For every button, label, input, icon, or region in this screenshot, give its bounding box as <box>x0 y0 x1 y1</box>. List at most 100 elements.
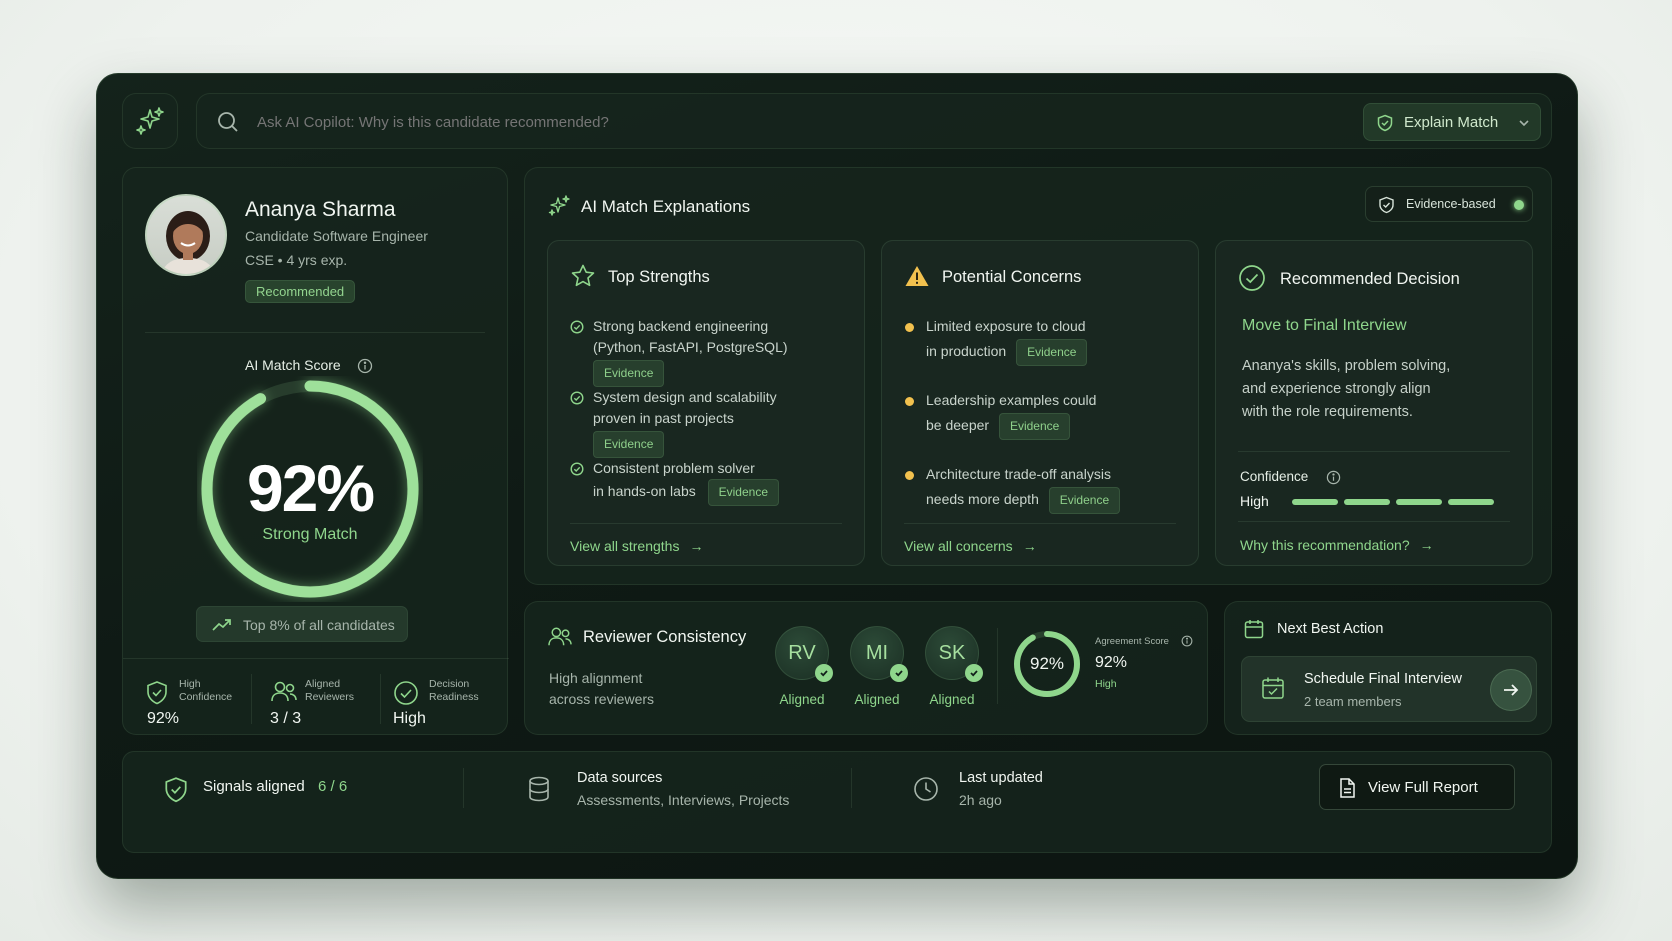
why-recommendation-link[interactable]: Why this recommendation? → <box>1240 537 1434 553</box>
stat-label: Reviewers <box>305 691 355 703</box>
evidence-tag[interactable]: Evidence <box>998 413 1071 440</box>
stats-divider <box>123 658 509 659</box>
divider <box>145 332 485 333</box>
info-icon[interactable] <box>357 358 373 374</box>
confidence-meter <box>1292 499 1494 506</box>
stat-value: High <box>393 710 426 727</box>
evidence-tag[interactable]: Evidence <box>593 431 665 458</box>
reviewer-sk[interactable]: SK Aligned <box>917 626 987 716</box>
avatar <box>145 194 227 276</box>
rank-chip: Top 8% of all candidates <box>196 606 408 642</box>
calendar-icon <box>1244 620 1264 639</box>
divider <box>997 628 998 704</box>
evidence-tag[interactable]: Evidence <box>1048 487 1121 514</box>
list-item: Leadership examples could be deeper Evid… <box>926 390 1096 440</box>
search-input[interactable] <box>257 108 1157 136</box>
reviewer-status: Aligned <box>779 692 825 707</box>
meter-seg <box>1292 499 1338 505</box>
star-icon <box>571 264 595 287</box>
ai-match-score-label: AI Match Score <box>245 357 341 373</box>
search-bar[interactable]: Explain Match <box>196 93 1552 149</box>
info-icon[interactable] <box>1181 635 1193 647</box>
app-window: Explain Match Ananya Sharma Candidate So… <box>96 73 1578 879</box>
reviewer-rv[interactable]: RV Aligned <box>767 626 837 716</box>
rank-text: Top 8% of all candidates <box>243 617 395 633</box>
search-icon <box>218 112 238 132</box>
divider <box>1238 521 1510 522</box>
users-icon <box>548 627 572 646</box>
match-score-sub: Strong Match <box>262 526 358 543</box>
meter-seg <box>1448 499 1494 505</box>
stat-label: Confidence <box>179 691 233 703</box>
stat-label: Decision <box>429 678 470 690</box>
document-icon <box>1340 778 1355 798</box>
chevron-down-icon <box>1519 120 1529 127</box>
evidence-tag[interactable]: Evidence <box>707 479 780 506</box>
stat-label: Aligned <box>305 678 341 690</box>
status-badge: Recommended <box>245 280 356 303</box>
next-action-label: Schedule Final Interview <box>1304 671 1462 687</box>
arrow-right-icon: → <box>689 538 704 554</box>
divider <box>1238 451 1510 452</box>
warning-icon <box>905 266 929 286</box>
explain-match-dropdown[interactable]: Explain Match <box>1363 103 1541 141</box>
users-icon <box>271 681 297 702</box>
shield-check-icon <box>1379 196 1394 214</box>
agreement-level: High <box>1095 678 1117 690</box>
stat-value: 3 / 3 <box>270 710 302 727</box>
updated-label: Last updated <box>959 770 1043 786</box>
signals-label: Signals aligned <box>203 778 305 795</box>
explanations-panel: AI Match Explanations Evidence-based Top… <box>524 167 1552 585</box>
view-full-report-button[interactable]: View Full Report <box>1319 764 1515 810</box>
trending-up-icon <box>212 619 231 631</box>
check-badge-icon <box>815 664 833 682</box>
shield-check-icon <box>1377 114 1393 132</box>
reviewer-status: Aligned <box>929 692 975 707</box>
copilot-logo-button[interactable] <box>122 93 178 149</box>
candidate-title: Candidate Software Engineer <box>245 228 428 244</box>
signals-value: 6 / 6 <box>318 778 348 795</box>
check-badge-icon <box>890 664 908 682</box>
list-item: Strong backend engineering (Python, FastA… <box>593 316 788 387</box>
bullet-dot <box>905 323 914 332</box>
reviewer-status: Aligned <box>854 692 900 707</box>
view-all-concerns-link[interactable]: View all concerns → <box>904 538 1037 554</box>
match-score-value: 92% <box>246 451 375 525</box>
go-button[interactable] <box>1490 669 1532 711</box>
schedule-interview-card[interactable]: Schedule Final Interview 2 team members <box>1241 656 1537 722</box>
check-circle-icon <box>570 320 584 334</box>
list-item: Limited exposure to cloud in production … <box>926 316 1088 366</box>
divider <box>851 768 852 808</box>
evidence-tag[interactable]: Evidence <box>1016 339 1088 366</box>
concerns-card: Potential Concerns Limited exposure to c… <box>881 240 1199 566</box>
check-badge-icon <box>965 664 983 682</box>
divider <box>570 523 842 524</box>
reviewer-consistency-panel: Reviewer Consistency High alignment acros… <box>524 601 1208 735</box>
sparkles-icon <box>548 195 570 216</box>
check-circle-icon <box>1239 265 1265 291</box>
view-report-label: View Full Report <box>1368 779 1478 796</box>
clock-icon <box>914 777 938 801</box>
updated-value: 2h ago <box>959 792 1002 808</box>
decision-body: Ananya's skills, problem solving, and ex… <box>1242 358 1451 420</box>
strengths-card: Top Strengths Strong backend engineering… <box>547 240 865 566</box>
agreement-label: Agreement Score <box>1095 636 1169 647</box>
next-action-title: Next Best Action <box>1277 621 1384 637</box>
arrow-right-icon: → <box>1022 538 1037 554</box>
candidate-panel: Ananya Sharma Candidate Software Enginee… <box>122 167 509 736</box>
evidence-based-badge: Evidence-based <box>1365 186 1533 222</box>
list-item: Consistent problem solver in hands-on la… <box>593 458 780 506</box>
stat-confidence: High Confidence 92% <box>123 660 251 736</box>
concerns-title: Potential Concerns <box>942 268 1082 286</box>
info-icon[interactable] <box>1326 470 1341 485</box>
divider <box>904 523 1176 524</box>
explain-match-label: Explain Match <box>1404 114 1499 131</box>
stat-label: Readiness <box>429 691 479 703</box>
reviewer-mi[interactable]: MI Aligned <box>842 626 912 716</box>
calendar-check-icon <box>1262 677 1284 699</box>
decision-card: Recommended Decision Move to Final Inter… <box>1215 240 1533 566</box>
view-all-strengths-link[interactable]: View all strengths → <box>570 538 703 554</box>
confidence-value: High <box>1240 493 1269 509</box>
evidence-tag[interactable]: Evidence <box>593 360 665 387</box>
bullet-dot <box>905 471 914 480</box>
